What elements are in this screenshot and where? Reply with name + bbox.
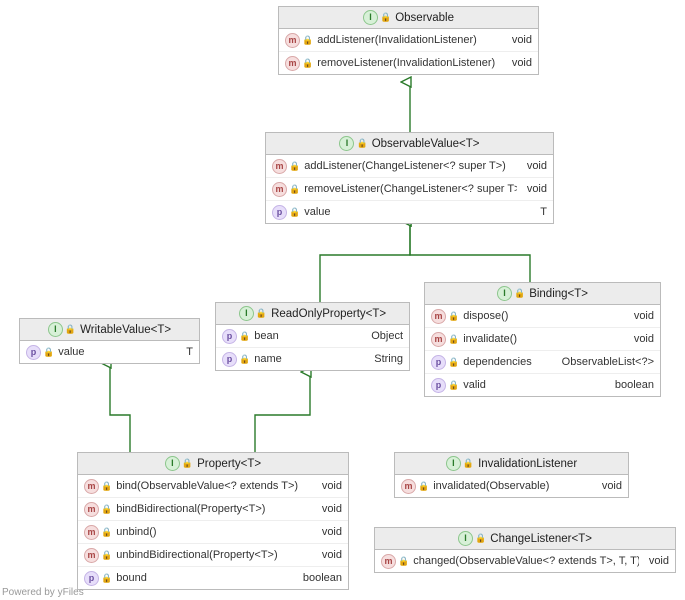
class-title: I 🔒 InvalidationListener <box>395 453 628 475</box>
member-row: m 🔒 dispose() void <box>425 305 660 328</box>
lock-icon: 🔒 <box>101 527 112 538</box>
class-name: Observable <box>395 12 454 24</box>
class-name: Property<T> <box>197 458 261 470</box>
method-icon: m <box>285 56 300 71</box>
property-icon: p <box>272 205 287 220</box>
class-title: I 🔒 ObservableValue<T> <box>266 133 553 155</box>
class-name: ObservableValue<T> <box>372 138 480 150</box>
member-row: p 🔒 valid boolean <box>425 374 660 396</box>
member-row: p 🔒 name String <box>216 348 409 370</box>
lock-icon: 🔒 <box>101 550 112 561</box>
interface-icon: I <box>48 322 63 337</box>
lock-icon: 🔒 <box>101 481 112 492</box>
class-title: I 🔒 Observable <box>279 7 538 29</box>
lock-icon: 🔒 <box>302 58 313 69</box>
property-icon: p <box>222 329 237 344</box>
method-icon: m <box>84 479 99 494</box>
class-name: ChangeListener<T> <box>490 533 592 545</box>
lock-icon: 🔒 <box>418 481 429 492</box>
property-icon: p <box>26 345 41 360</box>
class-name: WritableValue<T> <box>80 324 171 336</box>
class-writable-value: I 🔒 WritableValue<T> p 🔒 value T <box>19 318 200 364</box>
lock-icon: 🔒 <box>475 533 486 544</box>
lock-icon: 🔒 <box>43 347 54 358</box>
member-row: m 🔒 bind(ObservableValue<? extends T>) v… <box>78 475 348 498</box>
method-icon: m <box>431 309 446 324</box>
class-title: I 🔒 Property<T> <box>78 453 348 475</box>
method-icon: m <box>84 525 99 540</box>
interface-icon: I <box>363 10 378 25</box>
interface-icon: I <box>497 286 512 301</box>
lock-icon: 🔒 <box>398 556 409 567</box>
lock-icon: 🔒 <box>448 357 459 368</box>
class-property: I 🔒 Property<T> m 🔒 bind(ObservableValue… <box>77 452 349 590</box>
class-name: InvalidationListener <box>478 458 577 470</box>
member-row: m 🔒 invalidate() void <box>425 328 660 351</box>
lock-icon: 🔒 <box>256 308 267 319</box>
method-icon: m <box>272 182 287 197</box>
class-title: I 🔒 ReadOnlyProperty<T> <box>216 303 409 325</box>
method-icon: m <box>84 502 99 517</box>
interface-icon: I <box>239 306 254 321</box>
lock-icon: 🔒 <box>182 458 193 469</box>
class-title: I 🔒 ChangeListener<T> <box>375 528 675 550</box>
lock-icon: 🔒 <box>289 207 300 218</box>
lock-icon: 🔒 <box>356 138 367 149</box>
class-read-only-property: I 🔒 ReadOnlyProperty<T> p 🔒 bean Object … <box>215 302 410 371</box>
method-icon: m <box>84 548 99 563</box>
lock-icon: 🔒 <box>448 380 459 391</box>
member-row: m 🔒 addListener(InvalidationListener) vo… <box>279 29 538 52</box>
property-icon: p <box>84 571 99 586</box>
interface-icon: I <box>446 456 461 471</box>
member-row: m 🔒 unbindBidirectional(Property<T>) voi… <box>78 544 348 567</box>
lock-icon: 🔒 <box>448 311 459 322</box>
lock-icon: 🔒 <box>239 331 250 342</box>
class-title: I 🔒 Binding<T> <box>425 283 660 305</box>
interface-icon: I <box>165 456 180 471</box>
class-observable-value: I 🔒 ObservableValue<T> m 🔒 addListener(C… <box>265 132 554 224</box>
class-title: I 🔒 WritableValue<T> <box>20 319 199 341</box>
lock-icon: 🔒 <box>302 35 313 46</box>
member-row: m 🔒 invalidated(Observable) void <box>395 475 628 497</box>
lock-icon: 🔒 <box>289 161 300 172</box>
member-row: m 🔒 removeListener(InvalidationListener)… <box>279 52 538 74</box>
lock-icon: 🔒 <box>380 12 391 23</box>
member-row: m 🔒 addListener(ChangeListener<? super T… <box>266 155 553 178</box>
lock-icon: 🔒 <box>101 573 112 584</box>
class-binding: I 🔒 Binding<T> m 🔒 dispose() void m 🔒 in… <box>424 282 661 397</box>
lock-icon: 🔒 <box>289 184 300 195</box>
lock-icon: 🔒 <box>514 288 525 299</box>
lock-icon: 🔒 <box>239 354 250 365</box>
member-row: m 🔒 unbind() void <box>78 521 348 544</box>
class-observable: I 🔒 Observable m 🔒 addListener(Invalidat… <box>278 6 539 75</box>
member-row: p 🔒 value T <box>20 341 199 363</box>
lock-icon: 🔒 <box>463 458 474 469</box>
member-row: m 🔒 changed(ObservableValue<? extends T>… <box>375 550 675 572</box>
method-icon: m <box>431 332 446 347</box>
footer-credit: Powered by yFiles <box>2 587 84 598</box>
method-icon: m <box>285 33 300 48</box>
lock-icon: 🔒 <box>65 324 76 335</box>
method-icon: m <box>381 554 396 569</box>
property-icon: p <box>431 378 446 393</box>
interface-icon: I <box>339 136 354 151</box>
member-row: m 🔒 removeListener(ChangeListener<? supe… <box>266 178 553 201</box>
property-icon: p <box>222 352 237 367</box>
member-row: m 🔒 bindBidirectional(Property<T>) void <box>78 498 348 521</box>
class-name: Binding<T> <box>529 288 588 300</box>
class-change-listener: I 🔒 ChangeListener<T> m 🔒 changed(Observ… <box>374 527 676 573</box>
lock-icon: 🔒 <box>101 504 112 515</box>
interface-icon: I <box>458 531 473 546</box>
property-icon: p <box>431 355 446 370</box>
member-row: p 🔒 bean Object <box>216 325 409 348</box>
class-invalidation-listener: I 🔒 InvalidationListener m 🔒 invalidated… <box>394 452 629 498</box>
class-name: ReadOnlyProperty<T> <box>271 308 386 320</box>
member-row: p 🔒 bound boolean <box>78 567 348 589</box>
member-row: p 🔒 dependencies ObservableList<?> <box>425 351 660 374</box>
member-row: p 🔒 value T <box>266 201 553 223</box>
method-icon: m <box>272 159 287 174</box>
lock-icon: 🔒 <box>448 334 459 345</box>
method-icon: m <box>401 479 416 494</box>
